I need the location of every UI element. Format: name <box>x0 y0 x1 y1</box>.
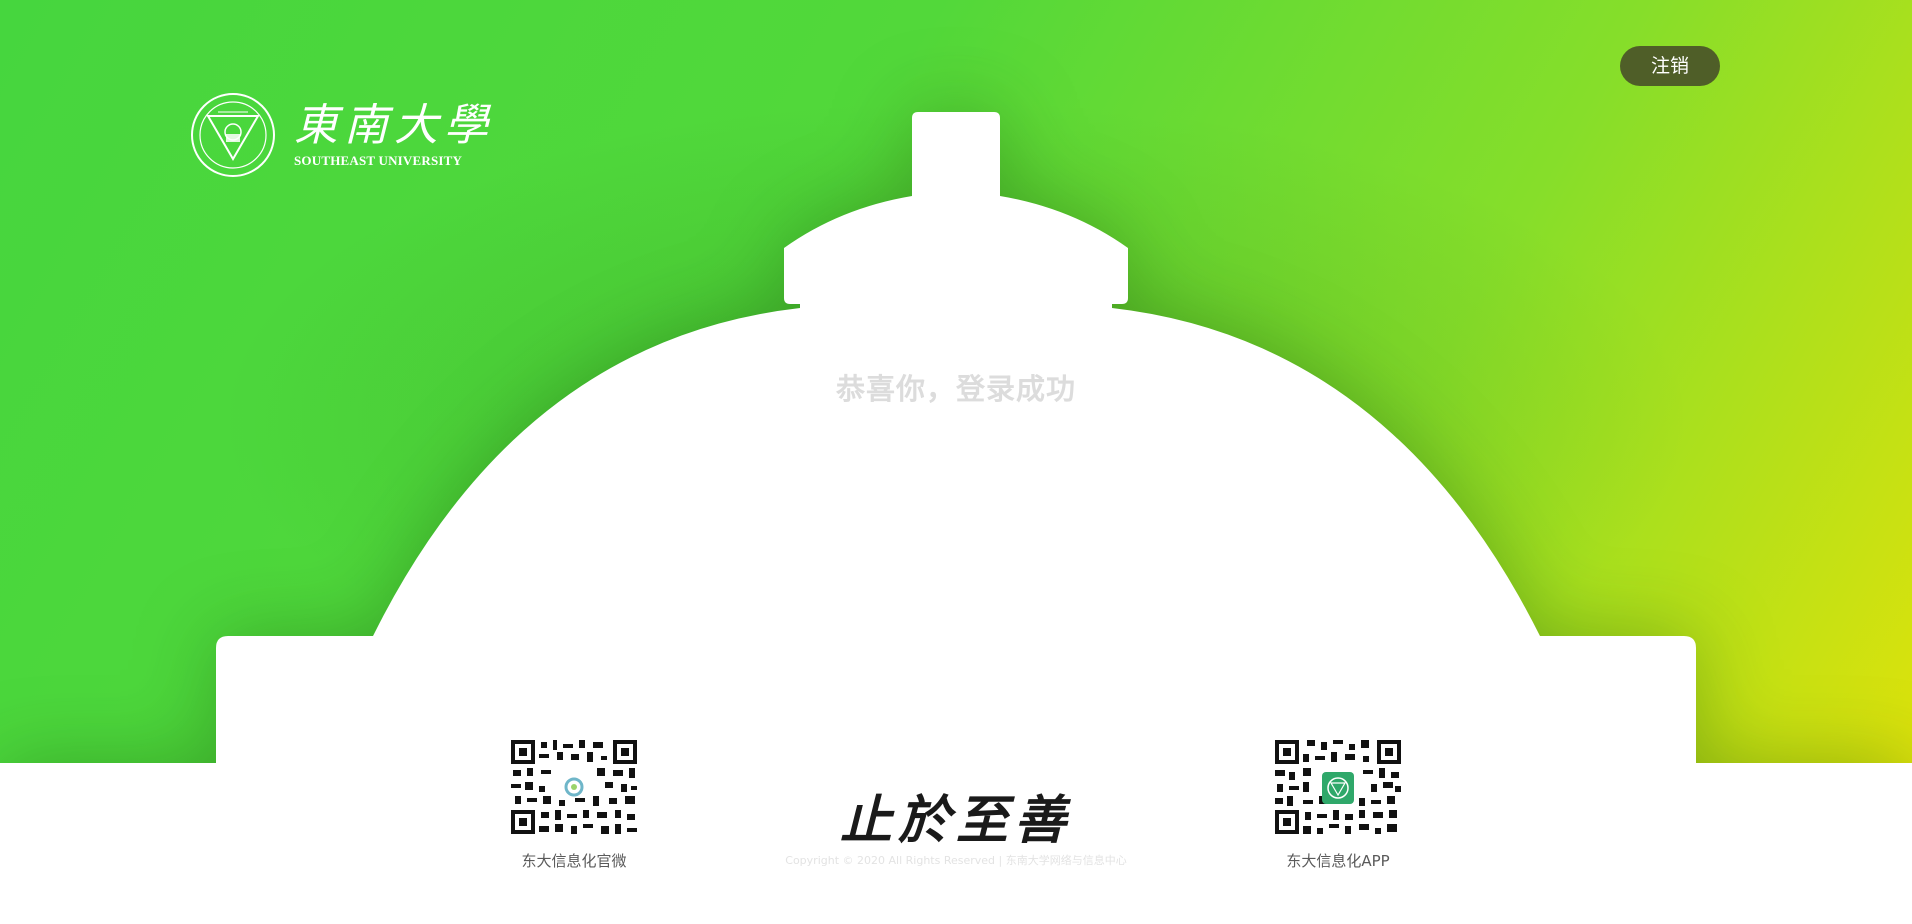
qr-app-label: 东大信息化APP <box>1286 852 1390 870</box>
university-logo[interactable]: 東南大學 SOUTHEAST UNIVERSITY <box>190 92 494 178</box>
login-success-message: 恭喜你，登录成功 <box>835 372 1076 406</box>
logo-wordmark: 東南大學 SOUTHEAST UNIVERSITY <box>294 101 494 169</box>
university-seal-icon <box>191 93 275 177</box>
logout-button[interactable]: 注销 <box>1620 46 1720 86</box>
qr-code-icon <box>509 738 639 836</box>
login-success-page: 東南大學 SOUTHEAST UNIVERSITY 注销 恭喜你，登录成功 东大… <box>0 0 1912 924</box>
logo-chinese-name: 東南大學 <box>294 100 494 151</box>
university-motto: 止於至善 <box>839 790 1072 851</box>
copyright-text: Copyright © 2020 All Rights Reserved | 东… <box>785 854 1127 867</box>
qr-code-icon <box>1273 738 1403 836</box>
qr-app-block: 东大信息化APP <box>1272 738 1404 871</box>
logo-english-name: SOUTHEAST UNIVERSITY <box>294 153 463 168</box>
